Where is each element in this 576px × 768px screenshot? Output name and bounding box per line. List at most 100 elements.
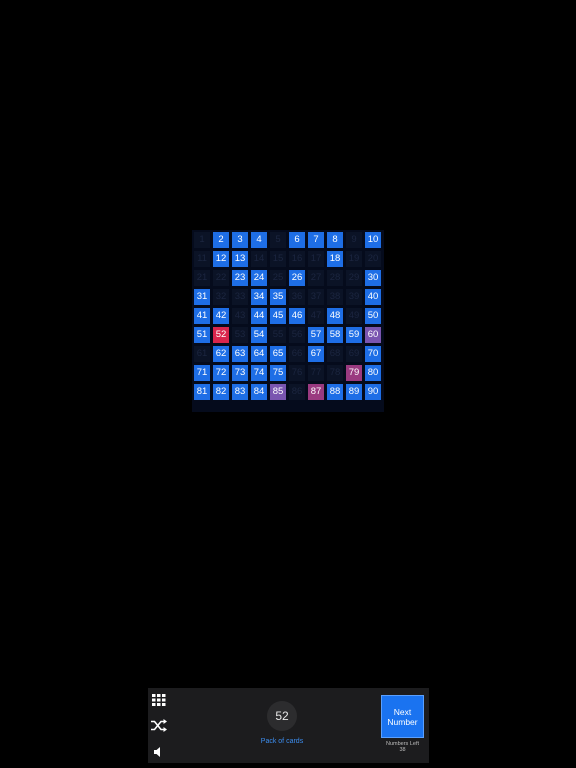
number-cell-75[interactable]: 75 bbox=[270, 365, 286, 381]
number-cell-1[interactable]: 1 bbox=[194, 232, 210, 248]
number-cell-45[interactable]: 45 bbox=[270, 308, 286, 324]
number-cell-23[interactable]: 23 bbox=[232, 270, 248, 286]
number-cell-89[interactable]: 89 bbox=[346, 384, 362, 400]
number-cell-51[interactable]: 51 bbox=[194, 327, 210, 343]
number-cell-19[interactable]: 19 bbox=[346, 251, 362, 267]
number-cell-29[interactable]: 29 bbox=[346, 270, 362, 286]
number-cell-16[interactable]: 16 bbox=[289, 251, 305, 267]
number-cell-3[interactable]: 3 bbox=[232, 232, 248, 248]
next-number-button[interactable]: Next Number bbox=[381, 695, 424, 738]
number-cell-68[interactable]: 68 bbox=[327, 346, 343, 362]
number-cell-65[interactable]: 65 bbox=[270, 346, 286, 362]
number-cell-74[interactable]: 74 bbox=[251, 365, 267, 381]
number-cell-34[interactable]: 34 bbox=[251, 289, 267, 305]
number-cell-67[interactable]: 67 bbox=[308, 346, 324, 362]
speaker-icon[interactable] bbox=[150, 743, 168, 761]
pack-of-cards-link[interactable]: Pack of cards bbox=[242, 738, 322, 745]
number-cell-43[interactable]: 43 bbox=[232, 308, 248, 324]
number-cell-49[interactable]: 49 bbox=[346, 308, 362, 324]
number-cell-20[interactable]: 20 bbox=[365, 251, 381, 267]
number-cell-39[interactable]: 39 bbox=[346, 289, 362, 305]
number-cell-80[interactable]: 80 bbox=[365, 365, 381, 381]
number-cell-58[interactable]: 58 bbox=[327, 327, 343, 343]
number-cell-81[interactable]: 81 bbox=[194, 384, 210, 400]
number-cell-63[interactable]: 63 bbox=[232, 346, 248, 362]
number-cell-59[interactable]: 59 bbox=[346, 327, 362, 343]
number-cell-35[interactable]: 35 bbox=[270, 289, 286, 305]
number-cell-83[interactable]: 83 bbox=[232, 384, 248, 400]
number-cell-70[interactable]: 70 bbox=[365, 346, 381, 362]
number-cell-41[interactable]: 41 bbox=[194, 308, 210, 324]
number-cell-47[interactable]: 47 bbox=[308, 308, 324, 324]
number-cell-40[interactable]: 40 bbox=[365, 289, 381, 305]
number-cell-76[interactable]: 76 bbox=[289, 365, 305, 381]
number-cell-12[interactable]: 12 bbox=[213, 251, 229, 267]
number-cell-9[interactable]: 9 bbox=[346, 232, 362, 248]
number-cell-50[interactable]: 50 bbox=[365, 308, 381, 324]
number-cell-21[interactable]: 21 bbox=[194, 270, 210, 286]
number-cell-55[interactable]: 55 bbox=[270, 327, 286, 343]
number-cell-33[interactable]: 33 bbox=[232, 289, 248, 305]
number-cell-30[interactable]: 30 bbox=[365, 270, 381, 286]
number-cell-53[interactable]: 53 bbox=[232, 327, 248, 343]
number-cell-32[interactable]: 32 bbox=[213, 289, 229, 305]
number-cell-7[interactable]: 7 bbox=[308, 232, 324, 248]
number-cell-22[interactable]: 22 bbox=[213, 270, 229, 286]
number-cell-26[interactable]: 26 bbox=[289, 270, 305, 286]
number-cell-36[interactable]: 36 bbox=[289, 289, 305, 305]
number-cell-66[interactable]: 66 bbox=[289, 346, 305, 362]
number-cell-78[interactable]: 78 bbox=[327, 365, 343, 381]
number-cell-64[interactable]: 64 bbox=[251, 346, 267, 362]
number-cell-44[interactable]: 44 bbox=[251, 308, 267, 324]
number-cell-25[interactable]: 25 bbox=[270, 270, 286, 286]
number-cell-60[interactable]: 60 bbox=[365, 327, 381, 343]
number-cell-10[interactable]: 10 bbox=[365, 232, 381, 248]
number-cell-18[interactable]: 18 bbox=[327, 251, 343, 267]
number-cell-8[interactable]: 8 bbox=[327, 232, 343, 248]
number-cell-37[interactable]: 37 bbox=[308, 289, 324, 305]
number-cell-31[interactable]: 31 bbox=[194, 289, 210, 305]
shuffle-icon[interactable] bbox=[150, 716, 168, 734]
number-cell-84[interactable]: 84 bbox=[251, 384, 267, 400]
number-cell-28[interactable]: 28 bbox=[327, 270, 343, 286]
number-board: 1 2 3 4 5 6 7 8 9 10 11 12 13 14 15 16 17 18 19 20 21 22 23 24 2… bbox=[192, 230, 384, 412]
number-cell-56[interactable]: 56 bbox=[289, 327, 305, 343]
number-cell-85[interactable]: 85 bbox=[270, 384, 286, 400]
number-cell-52[interactable]: 52 bbox=[213, 327, 229, 343]
number-cell-88[interactable]: 88 bbox=[327, 384, 343, 400]
number-cell-15[interactable]: 15 bbox=[270, 251, 286, 267]
number-cell-6[interactable]: 6 bbox=[289, 232, 305, 248]
next-button-label-line2: Number bbox=[387, 716, 418, 727]
number-cell-77[interactable]: 77 bbox=[308, 365, 324, 381]
number-cell-90[interactable]: 90 bbox=[365, 384, 381, 400]
number-cell-46[interactable]: 46 bbox=[289, 308, 305, 324]
number-cell-69[interactable]: 69 bbox=[346, 346, 362, 362]
number-cell-72[interactable]: 72 bbox=[213, 365, 229, 381]
number-cell-38[interactable]: 38 bbox=[327, 289, 343, 305]
number-cell-79[interactable]: 79 bbox=[346, 365, 362, 381]
number-cell-2[interactable]: 2 bbox=[213, 232, 229, 248]
number-cell-5[interactable]: 5 bbox=[270, 232, 286, 248]
number-cell-42[interactable]: 42 bbox=[213, 308, 229, 324]
numbers-left-count: 38 bbox=[399, 747, 406, 753]
number-cell-14[interactable]: 14 bbox=[251, 251, 267, 267]
number-cell-73[interactable]: 73 bbox=[232, 365, 248, 381]
number-cell-57[interactable]: 57 bbox=[308, 327, 324, 343]
number-cell-54[interactable]: 54 bbox=[251, 327, 267, 343]
number-cell-17[interactable]: 17 bbox=[308, 251, 324, 267]
number-cell-82[interactable]: 82 bbox=[213, 384, 229, 400]
bottom-toolbar: 52 Pack of cards Next Number Numbers Lef… bbox=[148, 688, 429, 763]
number-cell-48[interactable]: 48 bbox=[327, 308, 343, 324]
number-cell-24[interactable]: 24 bbox=[251, 270, 267, 286]
number-cell-71[interactable]: 71 bbox=[194, 365, 210, 381]
number-cell-11[interactable]: 11 bbox=[194, 251, 210, 267]
number-cell-13[interactable]: 13 bbox=[232, 251, 248, 267]
number-cell-61[interactable]: 61 bbox=[194, 346, 210, 362]
number-cell-4[interactable]: 4 bbox=[251, 232, 267, 248]
next-button-label-line1: Next bbox=[393, 706, 412, 717]
number-cell-86[interactable]: 86 bbox=[289, 384, 305, 400]
number-cell-87[interactable]: 87 bbox=[308, 384, 324, 400]
number-cell-27[interactable]: 27 bbox=[308, 270, 324, 286]
grid-icon[interactable] bbox=[150, 691, 168, 709]
number-cell-62[interactable]: 62 bbox=[213, 346, 229, 362]
